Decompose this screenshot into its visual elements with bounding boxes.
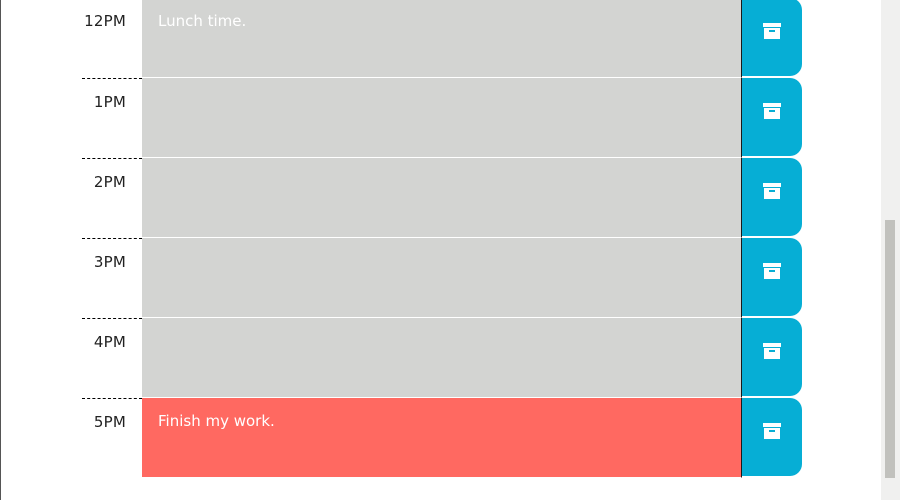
scrollbar-thumb[interactable] bbox=[885, 220, 895, 478]
hour-label: 2PM bbox=[93, 173, 126, 191]
hourly-schedule: 12PM Lunch time. 1PM 2PM 3PM 4PM 5PM Fin… bbox=[0, 0, 881, 500]
save-icon bbox=[763, 23, 781, 39]
description-textarea[interactable] bbox=[142, 318, 742, 398]
description-text: Lunch time. bbox=[158, 12, 247, 30]
time-block-12pm: 12PM Lunch time. bbox=[0, 0, 881, 78]
hour-label: 4PM bbox=[93, 333, 126, 351]
time-block-4pm: 4PM bbox=[0, 318, 881, 398]
save-icon bbox=[763, 423, 781, 439]
hour-label: 3PM bbox=[93, 253, 126, 271]
save-button[interactable] bbox=[742, 0, 802, 76]
hour-cell: 3PM bbox=[82, 238, 142, 318]
time-block-3pm: 3PM bbox=[0, 238, 881, 318]
description-textarea[interactable]: Lunch time. bbox=[142, 0, 742, 78]
hour-label: 1PM bbox=[93, 93, 126, 111]
hour-label: 12PM bbox=[84, 12, 126, 30]
save-button[interactable] bbox=[742, 398, 802, 476]
description-textarea[interactable]: Finish my work. bbox=[142, 398, 742, 478]
time-block-1pm: 1PM bbox=[0, 78, 881, 158]
hour-cell: 12PM bbox=[82, 0, 142, 78]
save-button[interactable] bbox=[742, 318, 802, 396]
hour-cell: 2PM bbox=[82, 158, 142, 238]
hour-cell: 4PM bbox=[82, 318, 142, 398]
save-button[interactable] bbox=[742, 158, 802, 236]
hour-cell: 1PM bbox=[82, 78, 142, 158]
time-block-5pm: 5PM Finish my work. bbox=[0, 398, 881, 478]
save-button[interactable] bbox=[742, 78, 802, 156]
save-button[interactable] bbox=[742, 238, 802, 316]
description-textarea[interactable] bbox=[142, 78, 742, 158]
description-textarea[interactable] bbox=[142, 238, 742, 318]
description-text: Finish my work. bbox=[158, 412, 275, 430]
hour-cell: 5PM bbox=[82, 398, 142, 478]
save-icon bbox=[763, 183, 781, 199]
save-icon bbox=[763, 103, 781, 119]
description-textarea[interactable] bbox=[142, 158, 742, 238]
hour-label: 5PM bbox=[93, 413, 126, 431]
save-icon bbox=[763, 343, 781, 359]
time-block-2pm: 2PM bbox=[0, 158, 881, 238]
save-icon bbox=[763, 263, 781, 279]
